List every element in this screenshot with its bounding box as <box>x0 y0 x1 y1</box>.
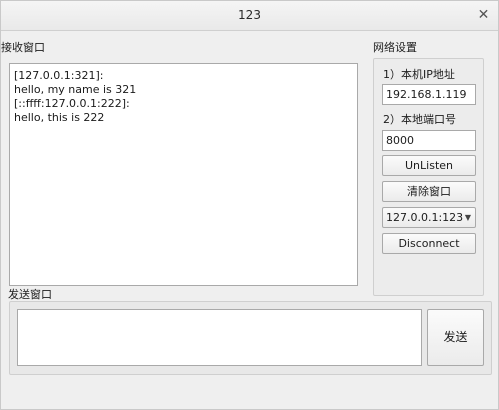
close-icon[interactable]: ✕ <box>475 7 492 24</box>
receive-window-label: 接收窗口 <box>1 41 45 54</box>
receive-line: [127.0.0.1:321]: <box>14 69 104 82</box>
chevron-down-icon: ▼ <box>464 213 471 222</box>
receive-line: [::ffff:127.0.0.1:222]: <box>14 97 130 110</box>
window-title: 123 <box>238 8 261 22</box>
title-bar: 123 ✕ <box>1 1 498 31</box>
client-select-value: 127.0.0.1:123 <box>386 211 464 224</box>
local-ip-field[interactable]: 192.168.1.119 <box>382 84 476 105</box>
receive-textarea[interactable]: [127.0.0.1:321]: hello, my name is 321 [… <box>9 63 358 286</box>
local-port-label: 2）本地端口号 <box>383 113 456 126</box>
disconnect-button[interactable]: Disconnect <box>382 233 476 254</box>
local-ip-label: 1）本机IP地址 <box>383 68 455 81</box>
client-select[interactable]: 127.0.0.1:123 ▼ <box>382 207 476 228</box>
network-settings-label: 网络设置 <box>373 41 417 54</box>
receive-line: hello, this is 222 <box>14 111 105 124</box>
main-window: 123 ✕ 接收窗口 [127.0.0.1:321]: hello, my na… <box>0 0 499 410</box>
receive-line: hello, my name is 321 <box>14 83 137 96</box>
send-button[interactable]: 发送 <box>427 309 484 366</box>
local-port-field[interactable]: 8000 <box>382 130 476 151</box>
send-textarea[interactable] <box>17 309 422 366</box>
send-window-label: 发送窗口 <box>8 288 52 301</box>
unlisten-button[interactable]: UnListen <box>382 155 476 176</box>
clear-window-button[interactable]: 清除窗口 <box>382 181 476 202</box>
